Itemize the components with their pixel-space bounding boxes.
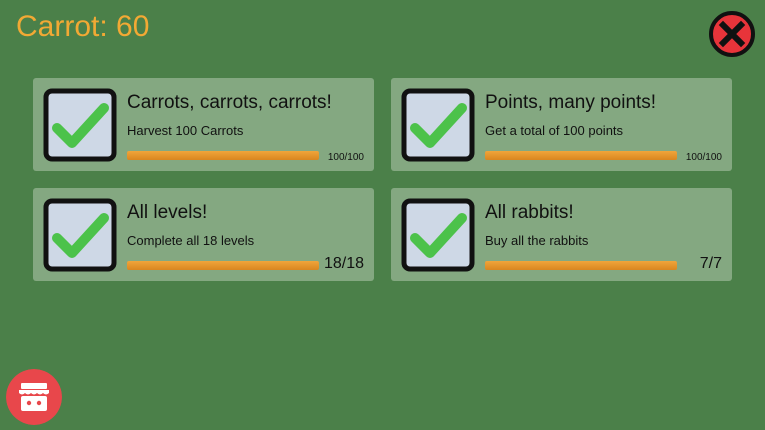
close-button[interactable] xyxy=(708,10,756,58)
achievements-grid: Carrots, carrots, carrots! Harvest 100 C… xyxy=(33,78,733,282)
checkmark-icon xyxy=(43,198,117,272)
checkmark-icon xyxy=(401,198,475,272)
achievement-description: Harvest 100 Carrots xyxy=(127,123,244,138)
progress-text: 100/100 xyxy=(327,152,364,163)
achievement-title: Points, many points! xyxy=(485,92,657,113)
progress-text: 100/100 xyxy=(685,152,722,163)
achievement-card-levels: All levels! Complete all 18 levels 18/18 xyxy=(33,188,374,281)
progress-text: 7/7 xyxy=(699,255,722,272)
progress-fill xyxy=(127,151,319,160)
shop-icon xyxy=(19,383,49,411)
shop-button[interactable] xyxy=(6,369,62,425)
progress-text: 18/18 xyxy=(323,255,364,272)
achievement-card-rabbits: All rabbits! Buy all the rabbits 7/7 xyxy=(391,188,732,281)
progress-bar xyxy=(485,261,677,270)
checkmark-icon xyxy=(43,88,117,162)
achievement-description: Buy all the rabbits xyxy=(485,233,589,248)
progress-fill xyxy=(485,151,677,160)
progress-bar xyxy=(485,151,677,160)
achievement-card-points: Points, many points! Get a total of 100 … xyxy=(391,78,732,171)
progress-bar xyxy=(127,261,319,270)
progress-bar xyxy=(127,151,319,160)
achievement-card-carrots: Carrots, carrots, carrots! Harvest 100 C… xyxy=(33,78,374,171)
achievement-title: Carrots, carrots, carrots! xyxy=(127,92,332,113)
achievement-title: All levels! xyxy=(127,202,208,223)
close-icon xyxy=(709,11,755,57)
achievement-description: Complete all 18 levels xyxy=(127,233,255,248)
progress-fill xyxy=(127,261,319,270)
progress-fill xyxy=(485,261,677,270)
achievement-title: All rabbits! xyxy=(485,202,574,223)
checkmark-icon xyxy=(401,88,475,162)
achievement-description: Get a total of 100 points xyxy=(485,123,624,138)
carrot-counter: Carrot: 60 xyxy=(16,10,150,43)
